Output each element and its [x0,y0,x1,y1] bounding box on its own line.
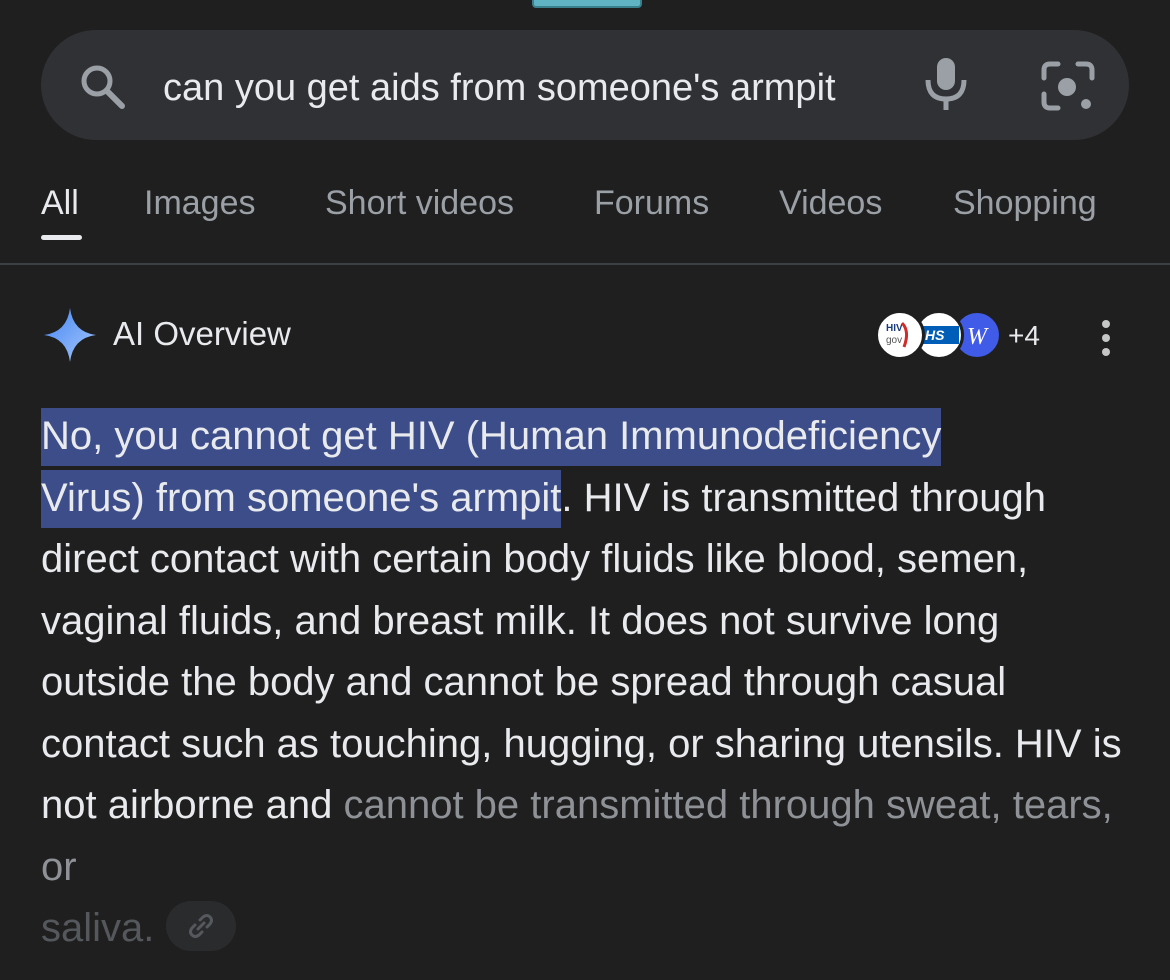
ai-overview-title: AI Overview [113,315,291,352]
source-link-chip[interactable] [166,901,237,952]
ai-overview-answer: No, you cannot get HIV (Human Immunodefi… [41,406,1131,960]
tab-videos[interactable]: Videos [779,178,882,228]
answer-body: . HIV is transmitted through direct cont… [41,475,1122,828]
search-input[interactable]: can you get aids from someone's armpit [163,58,888,118]
microphone-icon[interactable] [922,56,970,112]
svg-text:W: W [967,324,989,350]
search-icon [81,65,125,109]
tab-shopping[interactable]: Shopping [953,178,1097,228]
more-options-icon[interactable] [1097,318,1115,358]
svg-text:HS: HS [925,327,945,343]
svg-text:HIV: HIV [886,323,903,334]
active-tab-indicator [41,235,82,240]
svg-text:gov: gov [886,335,902,346]
tab-forums[interactable]: Forums [594,178,709,228]
hiv-gov-logo-icon[interactable]: HIV gov [875,310,925,360]
tab-images[interactable]: Images [144,178,256,228]
ai-sparkle-icon [44,308,96,362]
tab-all[interactable]: All [41,178,79,228]
highlighted-answer-line-2: Virus) from someone's armpit [41,469,562,528]
link-icon [189,914,214,939]
highlighted-answer-line-1: No, you cannot get HIV (Human Immunodefi… [41,408,942,466]
app-logo-fragment [532,0,642,8]
tabs-divider [0,263,1170,265]
tab-short-videos[interactable]: Short videos [325,178,514,228]
camera-lens-icon[interactable] [1040,60,1096,112]
answer-faded-text-end: saliva. [41,906,155,950]
more-sources-count[interactable]: +4 [1008,316,1040,356]
